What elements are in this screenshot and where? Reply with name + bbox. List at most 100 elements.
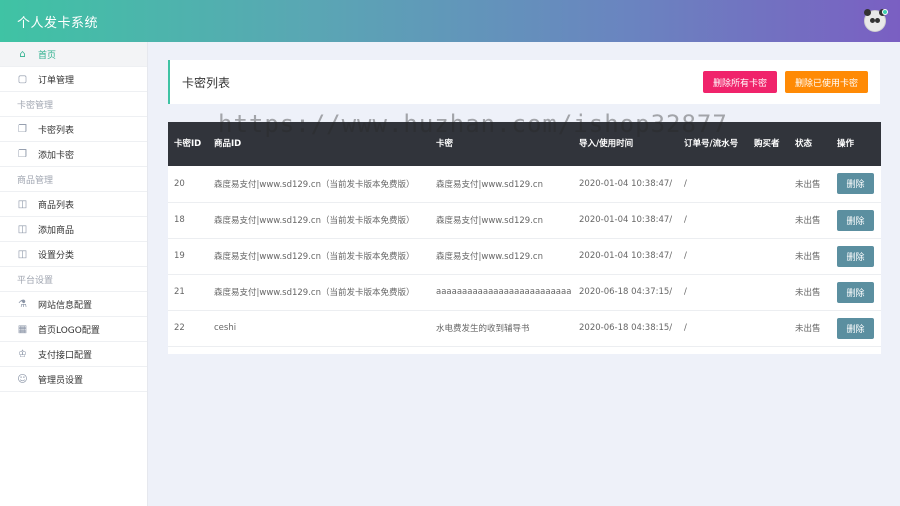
sidebar-item-logo-config[interactable]: ▦ 首页LOGO配置 [0, 317, 147, 342]
cell-card-id: 20 [168, 166, 208, 203]
cell-action: 删除 [831, 238, 881, 275]
cell-order: / [678, 202, 748, 239]
page-header-card: 卡密列表 删除所有卡密 删除已使用卡密 [168, 60, 880, 104]
cell-action: 删除 [831, 202, 881, 239]
cell-status: 未出售 [789, 310, 831, 347]
column-header-card-id[interactable]: 卡密ID [168, 122, 208, 166]
card-table: 卡密ID 商品ID 卡密 导入/使用时间 订单号/流水号 购买者 状态 操作 2… [168, 122, 881, 347]
column-header-time[interactable]: 导入/使用时间 [573, 122, 678, 166]
cell-order: / [678, 274, 748, 311]
cell-card: aaaaaaaaaaaaaaaaaaaaaaaaaa [430, 274, 573, 311]
cell-card: 森度易支付|www.sd129.cn [430, 238, 573, 275]
book-open-icon: ◫ [17, 248, 28, 260]
sidebar-group-card-management: 卡密管理 [0, 92, 147, 117]
delete-row-button[interactable]: 删除 [837, 245, 874, 267]
table-row: 22 ceshi 水电费发生的收到辅导书 2020-06-18 04:38:15… [168, 310, 881, 347]
cell-time: 2020-06-18 04:37:15/ [573, 274, 678, 311]
cell-status: 未出售 [789, 202, 831, 239]
table-row: 20 森度易支付|www.sd129.cn（当前发卡版本免费版） 森度易支付|w… [168, 166, 881, 203]
sidebar-item-label: 添加商品 [38, 225, 75, 236]
sidebar-item-home[interactable]: ⌂ 首页 [0, 42, 147, 67]
cell-product: 森度易支付|www.sd129.cn（当前发卡版本免费版） [208, 238, 430, 275]
sidebar-item-card-list[interactable]: ❐ 卡密列表 [0, 117, 147, 142]
smile-icon: ☺ [17, 373, 28, 385]
table-row: 19 森度易支付|www.sd129.cn（当前发卡版本免费版） 森度易支付|w… [168, 238, 881, 275]
sidebar-item-label: 网站信息配置 [38, 300, 93, 311]
delete-all-cards-button[interactable]: 删除所有卡密 [702, 71, 777, 93]
cell-buyer [748, 238, 789, 275]
book-icon: ◫ [17, 198, 28, 210]
sidebar-item-label: 管理员设置 [38, 375, 84, 386]
cell-buyer [748, 202, 789, 239]
cell-order: / [678, 310, 748, 347]
online-status-dot [882, 9, 888, 15]
top-header-bar: 个人发卡系统 [0, 0, 900, 42]
cell-product: 森度易支付|www.sd129.cn（当前发卡版本免费版） [208, 202, 430, 239]
sidebar-item-add-card[interactable]: ❐ 添加卡密 [0, 142, 147, 167]
cell-status: 未出售 [789, 166, 831, 203]
column-header-card[interactable]: 卡密 [430, 122, 573, 166]
delete-used-cards-button[interactable]: 删除已使用卡密 [784, 71, 868, 93]
column-header-status[interactable]: 状态 [789, 122, 831, 166]
cell-product: 森度易支付|www.sd129.cn（当前发卡版本免费版） [208, 274, 430, 311]
sidebar-item-set-category[interactable]: ◫ 设置分类 [0, 242, 147, 267]
cell-card: 水电费发生的收到辅导书 [430, 310, 573, 347]
column-header-buyer[interactable]: 购买者 [748, 122, 789, 166]
crown-icon: ♔ [18, 348, 27, 360]
main-content: 卡密列表 删除所有卡密 删除已使用卡密 卡密ID 商品ID 卡密 导入/使用时间… [148, 42, 900, 506]
cell-card-id: 18 [168, 202, 208, 239]
cell-buyer [748, 310, 789, 347]
sidebar-group-platform-settings: 平台设置 [0, 267, 147, 292]
column-header-action: 操作 [831, 122, 881, 166]
table-header-row: 卡密ID 商品ID 卡密 导入/使用时间 订单号/流水号 购买者 状态 操作 [168, 122, 881, 166]
cell-card: 森度易支付|www.sd129.cn [430, 202, 573, 239]
cell-status: 未出售 [789, 238, 831, 275]
sidebar-item-payment-config[interactable]: ♔ 支付接口配置 [0, 342, 147, 367]
sidebar-item-label: 首页 [38, 50, 57, 61]
page-title: 卡密列表 [182, 75, 231, 90]
layout-icon: ▦ [17, 323, 28, 335]
cell-product: ceshi [208, 310, 430, 347]
cell-card: 森度易支付|www.sd129.cn [430, 166, 573, 203]
cell-buyer [748, 166, 789, 203]
avatar-eye-right [875, 18, 880, 23]
cell-buyer [748, 274, 789, 311]
sidebar-item-label: 首页LOGO配置 [38, 325, 100, 336]
delete-row-button[interactable]: 删除 [837, 173, 874, 195]
flask-icon: ⚗ [18, 298, 27, 310]
cell-status: 未出售 [789, 274, 831, 311]
sidebar-item-label: 卡密列表 [38, 125, 75, 136]
cell-time: 2020-01-04 10:38:47/ [573, 238, 678, 275]
delete-row-button[interactable]: 删除 [837, 281, 874, 303]
cell-product: 森度易支付|www.sd129.cn（当前发卡版本免费版） [208, 166, 430, 203]
sidebar-item-product-list[interactable]: ◫ 商品列表 [0, 192, 147, 217]
sidebar-item-admin-settings[interactable]: ☺ 管理员设置 [0, 367, 147, 392]
sidebar-item-site-config[interactable]: ⚗ 网站信息配置 [0, 292, 147, 317]
cell-time: 2020-01-04 10:38:47/ [573, 202, 678, 239]
avatar-ear-left [864, 9, 871, 16]
cell-order: / [678, 238, 748, 275]
sidebar-item-label: 添加卡密 [38, 150, 75, 161]
cell-action: 删除 [831, 310, 881, 347]
header-actions: 删除所有卡密 删除已使用卡密 [702, 71, 868, 93]
cell-order: / [678, 166, 748, 203]
delete-row-button[interactable]: 删除 [837, 209, 874, 231]
table-row: 21 森度易支付|www.sd129.cn（当前发卡版本免费版） aaaaaaa… [168, 274, 881, 311]
delete-row-button[interactable]: 删除 [837, 317, 874, 339]
sidebar-item-label: 订单管理 [38, 75, 75, 86]
cell-time: 2020-06-18 04:38:15/ [573, 310, 678, 347]
table-row: 18 森度易支付|www.sd129.cn（当前发卡版本免费版） 森度易支付|w… [168, 202, 881, 239]
card-table-container: 卡密ID 商品ID 卡密 导入/使用时间 订单号/流水号 购买者 状态 操作 2… [168, 122, 881, 354]
app-title: 个人发卡系统 [17, 15, 99, 31]
sidebar-item-label: 商品列表 [38, 200, 75, 211]
user-avatar[interactable] [864, 9, 888, 32]
column-header-order[interactable]: 订单号/流水号 [678, 122, 748, 166]
sidebar-group-product-management: 商品管理 [0, 167, 147, 192]
sidebar-item-add-product[interactable]: ◫ 添加商品 [0, 217, 147, 242]
sidebar-item-orders[interactable]: ▢ 订单管理 [0, 67, 147, 92]
clipboard-icon: ▢ [17, 73, 28, 85]
column-header-product-id[interactable]: 商品ID [208, 122, 430, 166]
book-add-icon: ◫ [17, 223, 28, 235]
cards-add-icon: ❐ [18, 148, 27, 160]
cell-action: 删除 [831, 274, 881, 311]
